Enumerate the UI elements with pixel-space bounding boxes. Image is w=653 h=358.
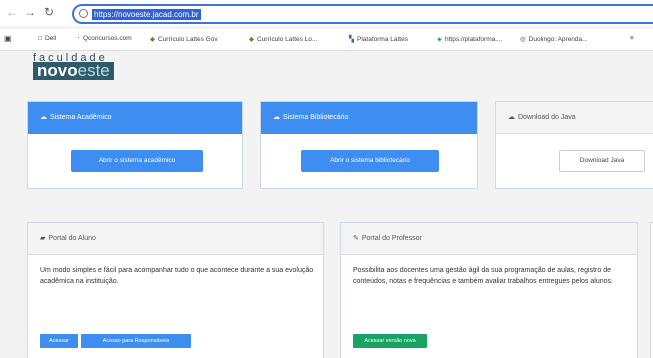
card-download-java: ☁ Download do Java Download Java — [495, 101, 653, 189]
cloud-icon: ☁ — [508, 114, 515, 121]
logo[interactable]: novoeste — [33, 62, 114, 80]
back-icon[interactable]: ← — [6, 6, 18, 18]
card-title: Sistema Acadêmico — [50, 114, 112, 121]
card-header: ☁ Sistema Bibliotecário — [261, 102, 477, 134]
guardian-access-button[interactable]: Acesso para Responsáveis — [81, 334, 191, 348]
card-title: Portal do Aluno — [48, 235, 96, 242]
forward-icon[interactable]: → — [24, 6, 36, 18]
browser-toolbar: ← → ↻ https://novoeste.jacad.com.br — [0, 0, 653, 26]
open-academic-button[interactable]: Abrir o sistema acadêmico — [71, 150, 203, 172]
bookmark-plataforma-url[interactable]: ◈ https://plataforma.... — [437, 35, 502, 43]
more-icon: ≡ — [630, 35, 634, 42]
bookmark-overflow[interactable]: ≡ — [630, 35, 637, 42]
reload-icon[interactable]: ↻ — [44, 6, 54, 18]
plataforma-icon: ▚ — [349, 36, 354, 43]
card-header: ☁ Sistema Acadêmico — [28, 102, 242, 134]
card-title: Download do Java — [518, 114, 576, 121]
bookmark-dell[interactable]: □ Dell — [38, 35, 56, 42]
card-title: Portal do Professor — [361, 235, 422, 242]
lattes-icon: ◆ — [150, 36, 155, 43]
bookmark-plataforma-lattes[interactable]: ▚ Plataforma Lattes — [349, 35, 408, 43]
bookmark-qconcursos[interactable]: ◔ Qconcursos.com — [76, 35, 132, 42]
bookmark-lattes-lo[interactable]: ◆ Currículo Lattes Lo... — [249, 35, 317, 43]
open-library-button[interactable]: Abrir o sistema bibliotecário — [301, 150, 439, 172]
card-header: ☁ Download do Java — [496, 102, 653, 134]
card-portal-aluno: ▰ Portal do Aluno Um modo simples e fácil… — [27, 222, 324, 358]
cloud-icon: ☁ — [273, 114, 280, 121]
bookmarks-icon[interactable]: ▣ — [4, 34, 12, 43]
card-description: Possibilita aos docentes uma gestão ágil… — [353, 267, 613, 285]
card-title: Sistema Bibliotecário — [283, 114, 349, 121]
teacher-access-new-button[interactable]: Acessar versão nova — [353, 334, 427, 348]
card-sistema-bibliotecario: ☁ Sistema Bibliotecário Abrir o sistema b… — [260, 101, 478, 189]
duolingo-icon: ◎ — [520, 36, 526, 43]
bookmark-lattes-gov[interactable]: ◆ Currículo Lattes Gov — [150, 35, 218, 43]
teacher-icon: ✎ — [353, 235, 359, 242]
address-bar[interactable]: https://novoeste.jacad.com.br — [72, 4, 653, 24]
student-icon: ▰ — [40, 235, 46, 242]
card-header: ▰ Portal do Aluno — [28, 223, 323, 255]
qconcursos-icon: ◔ — [76, 35, 80, 42]
download-java-button[interactable]: Download Java — [559, 150, 645, 172]
lattes-icon: ◆ — [249, 36, 254, 43]
cloud-icon: ☁ — [40, 114, 47, 121]
bookmark-duolingo[interactable]: ◎ Duolingo: Aprenda... — [520, 35, 588, 43]
bookmarks-bar: ▣ □ Dell ◔ Qconcursos.com ◆ Currículo Latte… — [0, 29, 653, 51]
card-header: ✎ Portal do Professor — [341, 223, 637, 255]
student-access-button[interactable]: Acessar — [40, 334, 78, 348]
card-description: Um modo simples e fácil para acompanhar … — [40, 267, 314, 285]
url-text[interactable]: https://novoeste.jacad.com.br — [92, 9, 201, 20]
card-sistema-academico: ☁ Sistema Acadêmico Abrir o sistema acadê… — [27, 101, 243, 189]
card-portal-professor: ✎ Portal do Professor Possibilita aos doc… — [340, 222, 638, 358]
site-info-icon[interactable] — [79, 9, 88, 18]
folder-icon: □ — [38, 35, 42, 42]
plataforma-icon: ◈ — [437, 36, 442, 43]
